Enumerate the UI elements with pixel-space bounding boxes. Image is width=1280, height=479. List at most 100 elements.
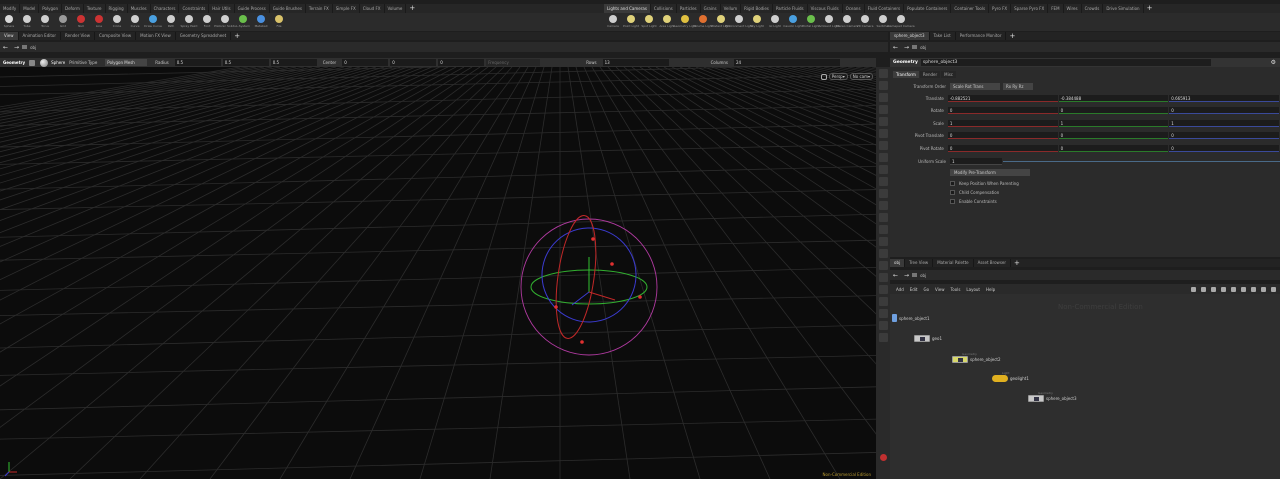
pin-icon[interactable] xyxy=(1251,286,1256,292)
left-path[interactable]: obj xyxy=(30,45,36,50)
radius-z-field[interactable]: 0.5 xyxy=(270,59,317,66)
shelf-tab-grains[interactable]: Grains xyxy=(701,4,721,13)
shelf-tab-terrain-fx[interactable]: Terrain FX xyxy=(306,4,333,13)
add-shelf-tab-icon[interactable]: + xyxy=(1144,4,1156,13)
shelf-tab-lights-and-cameras[interactable]: Lights and Cameras xyxy=(604,4,651,13)
radius-x-field[interactable]: 0.5 xyxy=(174,59,221,66)
camera-icon[interactable] xyxy=(878,177,888,186)
light-icon[interactable] xyxy=(878,189,888,198)
forward-arrow-icon[interactable]: → xyxy=(901,44,912,51)
shelf-tab-modify[interactable]: Modify xyxy=(0,4,21,13)
pose-icon[interactable] xyxy=(878,129,888,138)
shelf-tab-guide-brushes[interactable]: Guide Brushes xyxy=(270,4,306,13)
snap-icon[interactable] xyxy=(878,153,888,162)
param-translate-z[interactable]: 0.665913 xyxy=(1169,95,1280,102)
transform-order-select[interactable]: Scale Rot Trans xyxy=(950,83,1000,90)
node-sphere-object3[interactable]: Geometry sphere_object3 xyxy=(1028,391,1077,402)
checkbox-child-compensation[interactable] xyxy=(950,190,955,195)
handle-icon[interactable] xyxy=(878,117,888,126)
back-arrow-icon[interactable]: ← xyxy=(890,272,901,279)
param-rotate-z[interactable]: 0 xyxy=(1169,107,1280,115)
network-path[interactable]: obj xyxy=(920,273,926,278)
wrench-icon[interactable] xyxy=(29,59,36,66)
right-path[interactable]: obj xyxy=(920,45,926,50)
wrench-icon[interactable] xyxy=(1191,286,1196,292)
add-pane-tab-icon[interactable]: + xyxy=(231,32,243,40)
tool-sky-light[interactable]: Sky Light xyxy=(748,13,766,31)
param-translate-y[interactable]: -0.384488 xyxy=(1058,95,1169,102)
primitive-type-select[interactable]: Polygon Mesh xyxy=(105,59,148,66)
shelf-tab-drive-simulation[interactable]: Drive Simulation xyxy=(1103,4,1144,13)
node-sphere-object1[interactable]: sphere_object1 xyxy=(892,314,930,322)
pane-tab-animation-editor[interactable]: Animation Editor xyxy=(19,32,62,40)
tool-metaball[interactable]: Metaball xyxy=(252,13,270,31)
points-icon[interactable] xyxy=(878,261,888,270)
pane-tab-composite-view[interactable]: Composite View xyxy=(95,32,137,40)
param-pivot-translate-z[interactable]: 0 xyxy=(1169,132,1280,140)
tool-distant-light[interactable]: Distant Light xyxy=(711,13,731,31)
tool-gi-light[interactable]: GI Light xyxy=(766,13,784,31)
transform-icon[interactable] xyxy=(878,81,888,90)
back-arrow-icon[interactable]: ← xyxy=(890,44,901,51)
shelf-tab-guide-process[interactable]: Guide Process xyxy=(235,4,270,13)
shelf-tab-vellum[interactable]: Vellum xyxy=(721,4,742,13)
tool-switcher[interactable]: Switcher xyxy=(874,13,892,31)
shelf-tab-oceans[interactable]: Oceans xyxy=(843,4,865,13)
shelf-tab-fluid-containers[interactable]: Fluid Containers xyxy=(865,4,905,13)
radius-y-field[interactable]: 0.5 xyxy=(222,59,269,66)
menu-tools[interactable]: Tools xyxy=(951,287,961,292)
param-scale-x[interactable]: 1 xyxy=(947,119,1058,127)
pane-tab-take-list[interactable]: Take List xyxy=(930,32,956,40)
visibility-icon[interactable] xyxy=(878,201,888,210)
ghost-icon[interactable] xyxy=(878,237,888,246)
image-icon[interactable] xyxy=(878,309,888,318)
wireframe-icon[interactable] xyxy=(878,213,888,222)
record-icon[interactable] xyxy=(879,454,887,461)
persp-menu[interactable]: Persp▾ xyxy=(828,73,848,80)
tool-ambient-light[interactable]: Ambient Light xyxy=(818,13,840,31)
tool-draw-curve[interactable]: Draw Curve xyxy=(144,13,162,31)
tool-area-light[interactable]: Area Light xyxy=(658,13,676,31)
display-icon[interactable] xyxy=(878,249,888,258)
geo-icon[interactable] xyxy=(878,333,888,342)
tool-font[interactable]: Font xyxy=(198,13,216,31)
pane-tab-render-view[interactable]: Render View xyxy=(61,32,96,40)
subtab-transform[interactable]: Transform xyxy=(893,71,919,78)
palette-icon[interactable] xyxy=(1241,286,1246,292)
tool-grid[interactable]: Grid xyxy=(54,13,72,31)
tool-platonic-solids[interactable]: Platonic Solids xyxy=(214,13,236,31)
shelf-tab-viscous-fluids[interactable]: Viscous Fluids xyxy=(808,4,843,13)
tool-line[interactable]: Line xyxy=(90,13,108,31)
tool-spray-paint[interactable]: Spray Paint xyxy=(180,13,198,31)
shaded-icon[interactable] xyxy=(878,225,888,234)
shelf-tab-characters[interactable]: Characters xyxy=(151,4,180,13)
shelf-tab-model[interactable]: Model xyxy=(20,4,40,13)
center-z-field[interactable]: 0 xyxy=(438,59,485,66)
modify-pre-transform-button[interactable]: Modify Pre-Transform xyxy=(950,169,1030,176)
param-scale-z[interactable]: 1 xyxy=(1169,119,1280,127)
subtab-render[interactable]: Render xyxy=(919,71,941,78)
tool-tube[interactable]: Tube xyxy=(18,13,36,31)
pane-tab-tree-view[interactable]: Tree View xyxy=(905,259,934,267)
uv-icon[interactable] xyxy=(878,285,888,294)
columns-field[interactable]: 24 xyxy=(734,59,840,66)
network-editor[interactable]: Non-Commercial Edition sphere_object1 geo… xyxy=(890,294,1280,479)
menu-add[interactable]: Add xyxy=(896,287,904,292)
list-icon[interactable] xyxy=(1231,286,1236,292)
scale-icon[interactable] xyxy=(878,105,888,114)
param-rotate-y[interactable]: 0 xyxy=(1058,107,1169,115)
center-y-field[interactable]: 0 xyxy=(390,59,437,66)
tool-vr-camera[interactable]: VR Camera xyxy=(856,13,874,31)
pane-tab-performance-monitor[interactable]: Performance Monitor xyxy=(956,32,1007,40)
view-icon[interactable] xyxy=(878,141,888,150)
tool-stereo-camera[interactable]: Stereo Camera xyxy=(836,13,858,31)
shelf-tab-wires[interactable]: Wires xyxy=(1064,4,1082,13)
forward-arrow-icon[interactable]: → xyxy=(11,44,22,51)
select-icon[interactable] xyxy=(878,69,888,78)
expand-icon[interactable] xyxy=(1271,286,1276,292)
param-pivot-rotate-z[interactable]: 0 xyxy=(1169,144,1280,152)
checkbox-keep-position-when-parenting[interactable] xyxy=(950,181,955,186)
pane-tab-sphere-object3[interactable]: sphere_object3 xyxy=(890,32,930,40)
shelf-tab-sparse-pyro-fx[interactable]: Sparse Pyro FX xyxy=(1011,4,1049,13)
camera-lock-icon[interactable] xyxy=(820,73,827,80)
